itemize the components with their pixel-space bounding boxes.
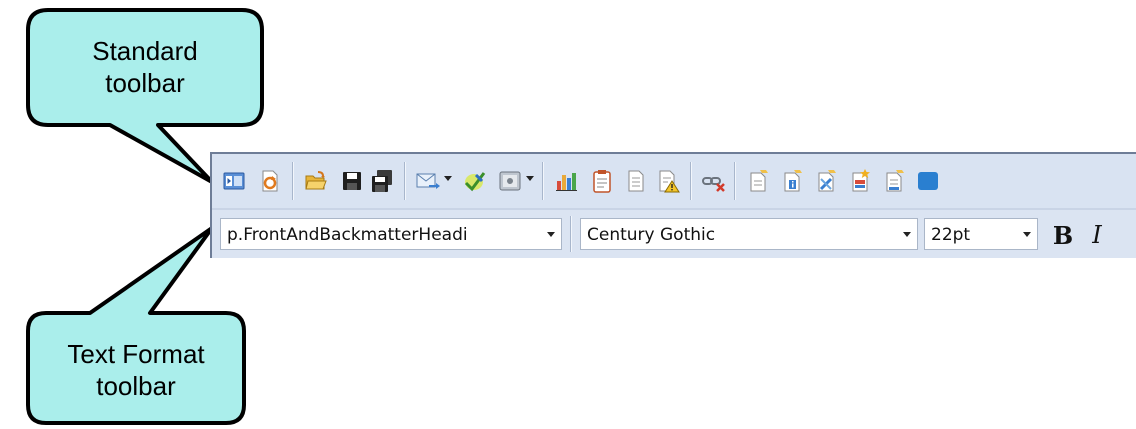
- text-format-toolbar-callout-label: Text Format toolbar: [28, 338, 244, 402]
- send-email-icon[interactable]: [414, 167, 442, 195]
- toolbar-separator: [292, 162, 293, 200]
- chevron-down-icon: [1023, 232, 1031, 237]
- preview-icon[interactable]: [220, 167, 248, 195]
- standard-callout-line2: toolbar: [105, 68, 185, 98]
- toolbar-separator: [734, 162, 735, 200]
- standard-callout-line1: Standard: [92, 36, 198, 66]
- font-size-dropdown-value: 22pt: [931, 225, 971, 245]
- chart-icon[interactable]: [552, 167, 580, 195]
- text-format-toolbar: p.FrontAndBackmatterHeadi Century Gothic…: [212, 210, 1136, 258]
- standard-toolbar-callout-label: Standard toolbar: [28, 35, 262, 99]
- save-all-icon[interactable]: [368, 167, 396, 195]
- open-folder-icon[interactable]: [302, 167, 330, 195]
- send-email-dropdown-arrow[interactable]: [444, 176, 452, 181]
- save-icon[interactable]: [338, 167, 366, 195]
- style-dropdown-value: p.FrontAndBackmatterHeadi: [227, 225, 468, 245]
- clipboard-icon[interactable]: [588, 167, 616, 195]
- text-format-callout-line2: toolbar: [96, 371, 176, 401]
- view-dropdown-arrow[interactable]: [526, 176, 534, 181]
- link-page-icon[interactable]: [812, 167, 840, 195]
- standard-toolbar: [212, 154, 1136, 208]
- spell-check-icon[interactable]: [460, 167, 488, 195]
- text-format-callout-line1: Text Format: [67, 339, 205, 369]
- style-dropdown[interactable]: p.FrontAndBackmatterHeadi: [220, 218, 562, 250]
- page-icon[interactable]: [622, 167, 650, 195]
- bold-button[interactable]: B: [1048, 220, 1078, 250]
- warning-page-icon[interactable]: [654, 167, 682, 195]
- font-size-dropdown[interactable]: 22pt: [924, 218, 1038, 250]
- toolbar-separator: [404, 162, 405, 200]
- toolbar-separator: [542, 162, 543, 200]
- chevron-down-icon: [903, 232, 911, 237]
- edit-page-icon[interactable]: [744, 167, 772, 195]
- italic-button[interactable]: I: [1082, 220, 1112, 250]
- view-icon[interactable]: [496, 167, 524, 195]
- star-page-icon[interactable]: [846, 167, 874, 195]
- unlink-icon[interactable]: [700, 167, 728, 195]
- info-page-icon[interactable]: [778, 167, 806, 195]
- chevron-down-icon: [547, 232, 555, 237]
- font-dropdown[interactable]: Century Gothic: [580, 218, 918, 250]
- document-refresh-icon[interactable]: [256, 167, 284, 195]
- toolbar-separator: [570, 216, 571, 252]
- toolbar-separator: [690, 162, 691, 200]
- partial-toolbar-icon[interactable]: [914, 167, 942, 195]
- font-dropdown-value: Century Gothic: [587, 225, 716, 245]
- toolbar-area: p.FrontAndBackmatterHeadi Century Gothic…: [210, 152, 1136, 258]
- new-page-icon[interactable]: [880, 167, 908, 195]
